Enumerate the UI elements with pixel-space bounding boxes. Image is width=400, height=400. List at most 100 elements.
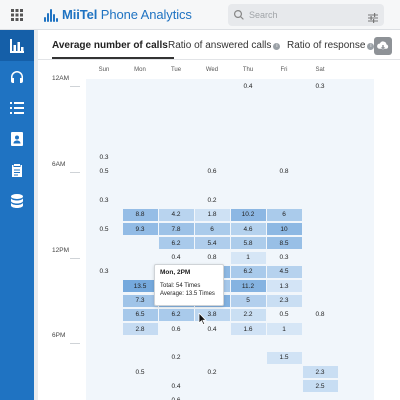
heatmap-cell[interactable]: 0.3 bbox=[87, 194, 122, 206]
heatmap-cell[interactable]: 5.4 bbox=[194, 237, 230, 250]
heatmap-cell[interactable]: 11.2 bbox=[230, 280, 266, 293]
heatmap-cell[interactable]: 0.2 bbox=[195, 366, 230, 378]
sidebar-item-analytics[interactable] bbox=[0, 30, 34, 61]
sidebar-item-calls[interactable] bbox=[0, 61, 34, 92]
day-label-sun: Sun bbox=[98, 67, 110, 73]
heatmap-cell[interactable]: 0.4 bbox=[231, 80, 266, 92]
heatmap-cell[interactable]: 1.8 bbox=[194, 208, 230, 221]
heatmap-cell[interactable]: 8.8 bbox=[122, 208, 158, 221]
heatmap-cell[interactable]: 2.8 bbox=[122, 323, 158, 336]
heatmap-cell[interactable]: 8.5 bbox=[266, 237, 302, 250]
hour-label: 6AM bbox=[52, 160, 66, 168]
heatmap-cell[interactable]: 13.5 bbox=[122, 280, 158, 293]
search-box[interactable] bbox=[228, 4, 384, 26]
hour-tick bbox=[70, 171, 80, 173]
tooltip-title: Mon, 2PM bbox=[160, 269, 191, 276]
tab-answered-ratio[interactable]: Ratio of answered calls i bbox=[168, 40, 281, 51]
heatmap-cell[interactable]: 0.5 bbox=[87, 223, 122, 235]
heatmap-cell[interactable]: 0.4 bbox=[159, 252, 194, 264]
heatmap-cell[interactable]: 0.5 bbox=[267, 309, 302, 321]
tooltip-total: Total: 54 Times bbox=[160, 283, 201, 289]
heatmap-cell[interactable]: 10.2 bbox=[230, 208, 266, 221]
heatmap-cell[interactable]: 0.3 bbox=[267, 252, 302, 264]
heatmap-cell[interactable]: 0.4 bbox=[159, 380, 194, 392]
heatmap-cell[interactable]: 0.3 bbox=[87, 266, 122, 278]
heatmap-cell[interactable]: 6.2 bbox=[230, 265, 266, 278]
app-logo: MiiTel Phone Analytics bbox=[44, 7, 192, 22]
heatmap-cell[interactable]: 0.8 bbox=[303, 309, 338, 321]
filter-button[interactable] bbox=[368, 10, 378, 23]
sidebar-item-contacts[interactable] bbox=[0, 123, 34, 154]
sidebar-item-list[interactable] bbox=[0, 92, 34, 123]
heatmap-cell[interactable]: 0.6 bbox=[159, 395, 194, 400]
logo-mark-icon bbox=[44, 8, 58, 22]
active-tab-indicator bbox=[52, 57, 174, 59]
heatmap-cell[interactable]: 1.3 bbox=[266, 280, 302, 293]
info-icon: i bbox=[273, 43, 281, 50]
heatmap-cell[interactable]: 2.3 bbox=[266, 294, 302, 307]
heatmap-cell[interactable]: 6.2 bbox=[158, 308, 194, 321]
database-icon bbox=[11, 193, 23, 208]
heatmap-cell[interactable]: 2.3 bbox=[302, 366, 338, 378]
heatmap-cell[interactable]: 6 bbox=[266, 208, 302, 221]
heatmap-cell[interactable]: 0.8 bbox=[267, 166, 302, 178]
heatmap-cell[interactable]: 0.5 bbox=[87, 166, 122, 178]
tooltip-average: Average: 13.5 Times bbox=[160, 291, 215, 297]
clipboard-icon bbox=[12, 163, 22, 177]
heatmap-cell[interactable]: 5.8 bbox=[230, 237, 266, 250]
sidebar bbox=[0, 0, 34, 400]
heatmap-cell[interactable]: 6 bbox=[194, 223, 230, 235]
heatmap-cell[interactable]: 0.6 bbox=[195, 166, 230, 178]
day-label-wed: Wed bbox=[205, 67, 219, 73]
heatmap-cell[interactable]: 2.2 bbox=[230, 308, 266, 321]
search-icon bbox=[234, 10, 244, 20]
heatmap-cell[interactable]: 10 bbox=[266, 223, 302, 235]
tab-response-ratio[interactable]: Ratio of response i bbox=[287, 40, 375, 51]
heatmap-cell[interactable]: 5 bbox=[230, 294, 266, 307]
heatmap-cell[interactable]: 4.2 bbox=[158, 208, 194, 221]
app-grid-button[interactable] bbox=[0, 0, 34, 30]
analytics-panel: Average number of calls Ratio of answere… bbox=[38, 30, 400, 400]
hour-tick bbox=[70, 343, 80, 345]
heatmap-cell[interactable]: 6.2 bbox=[158, 237, 194, 250]
heatmap-cell[interactable]: 4.5 bbox=[266, 265, 302, 278]
hour-tick bbox=[70, 257, 80, 259]
top-bar: MiiTel Phone Analytics bbox=[34, 0, 400, 30]
hour-tick bbox=[70, 86, 80, 87]
heatmap-cell[interactable]: 2.5 bbox=[302, 380, 338, 393]
heatmap-cell[interactable]: 1 bbox=[266, 323, 302, 336]
heatmap-cell[interactable]: 9.3 bbox=[122, 223, 158, 235]
hour-label: 12AM bbox=[52, 75, 69, 82]
mouse-cursor-icon bbox=[198, 313, 207, 325]
heatmap-cell[interactable]: 0.8 bbox=[195, 252, 230, 264]
grid-icon bbox=[11, 8, 23, 21]
heatmap-cell[interactable]: 0.2 bbox=[159, 352, 194, 364]
cell-tooltip: Mon, 2PM Total: 54 Times Average: 13.5 T… bbox=[154, 264, 224, 306]
heatmap-cell[interactable]: 0.5 bbox=[123, 366, 158, 378]
heatmap-cell[interactable]: 0.3 bbox=[303, 80, 338, 92]
list-icon bbox=[10, 101, 24, 114]
heatmap-cell[interactable]: 0.6 bbox=[159, 323, 194, 335]
heatmap-cell[interactable]: 0.3 bbox=[87, 152, 122, 164]
tab-average-calls[interactable]: Average number of calls bbox=[52, 40, 168, 51]
hour-label: 12PM bbox=[52, 246, 69, 254]
sidebar-item-database[interactable] bbox=[0, 185, 34, 216]
search-input[interactable] bbox=[249, 10, 359, 20]
day-label-sat: Sat bbox=[315, 67, 325, 73]
heatmap-cell[interactable]: 7.3 bbox=[122, 294, 158, 307]
heatmap-cell[interactable]: 1.6 bbox=[230, 323, 266, 336]
heatmap-cell[interactable]: 1.5 bbox=[266, 351, 302, 364]
download-button[interactable] bbox=[374, 37, 392, 55]
cloud-download-icon bbox=[377, 41, 389, 50]
day-label-thu: Thu bbox=[242, 67, 254, 73]
heatmap-cell[interactable]: 6.5 bbox=[122, 308, 158, 321]
heatmap-cell[interactable]: 7.8 bbox=[158, 223, 194, 235]
heatmap-cell[interactable]: 1 bbox=[230, 251, 266, 264]
app-title: MiiTel Phone Analytics bbox=[62, 7, 192, 22]
heatmap-cell[interactable]: 0.2 bbox=[195, 194, 230, 206]
sliders-icon bbox=[368, 13, 378, 23]
heatmap-cell[interactable]: 4.6 bbox=[230, 223, 266, 235]
contact-icon bbox=[11, 131, 23, 146]
hour-label: 6PM bbox=[52, 332, 66, 340]
sidebar-item-reports[interactable] bbox=[0, 154, 34, 185]
